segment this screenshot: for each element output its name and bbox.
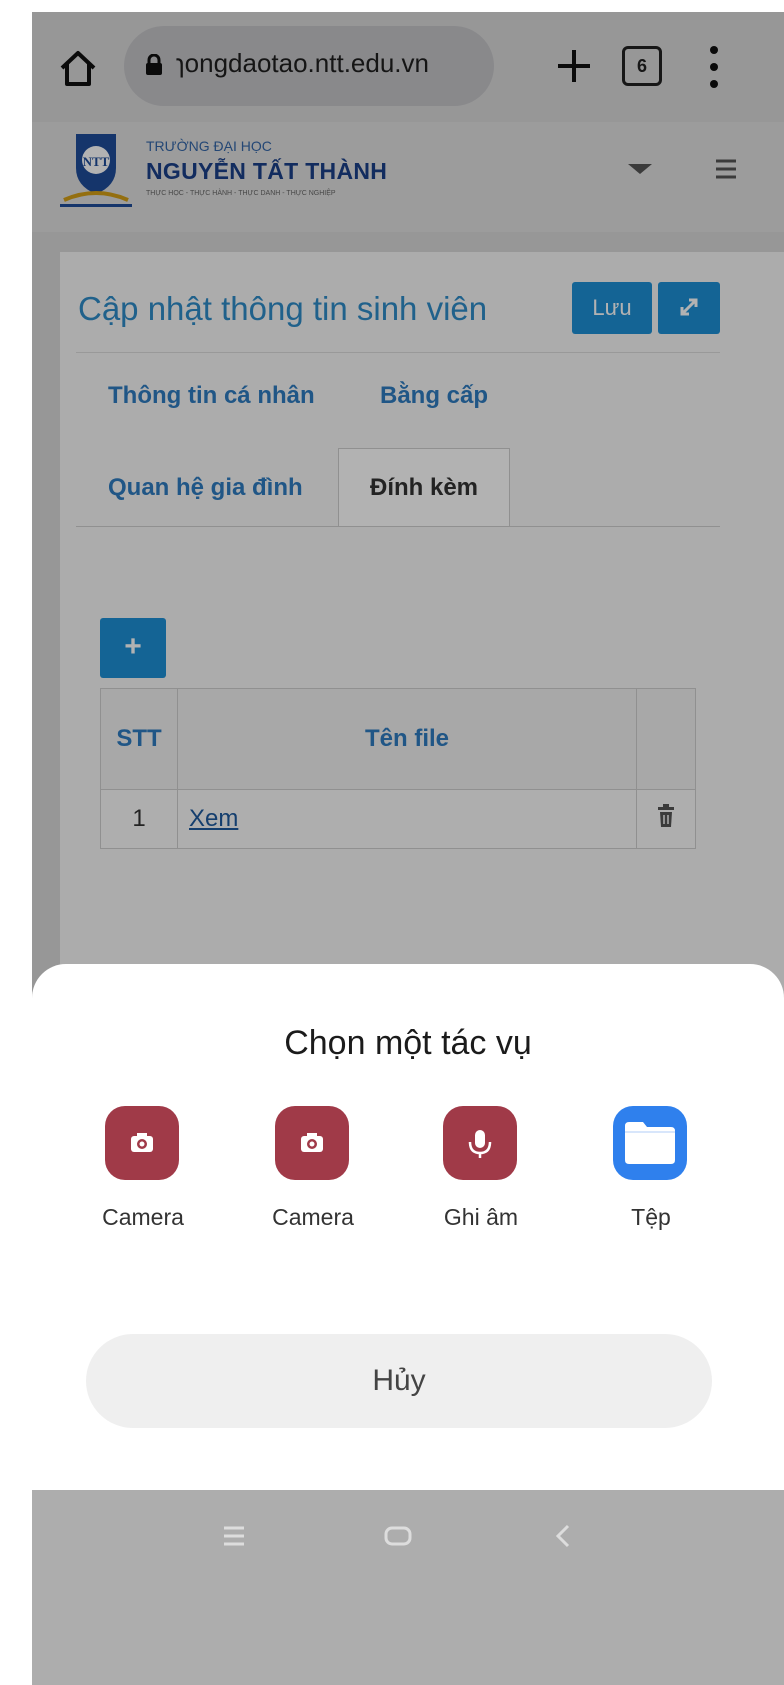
action-chooser-sheet: Chọn một tác vụ Camera Camera Ghi âm Tệp… (32, 964, 784, 1490)
action-label: Camera (272, 1204, 354, 1230)
action-camera-1[interactable]: Camera (68, 1106, 218, 1256)
action-label: Camera (102, 1204, 184, 1230)
action-record-audio[interactable]: Ghi âm (406, 1106, 556, 1256)
action-files[interactable]: Tệp (576, 1106, 726, 1256)
sheet-title: Chọn một tác vụ (284, 1024, 532, 1062)
camera-icon (275, 1106, 349, 1180)
system-navigation-bar (32, 1490, 784, 1685)
cancel-button[interactable]: Hủy (86, 1334, 712, 1428)
camera-icon (105, 1106, 179, 1180)
action-label: Tệp (631, 1204, 671, 1230)
action-label: Ghi âm (443, 1204, 519, 1230)
microphone-icon (443, 1106, 517, 1180)
folder-icon (613, 1106, 687, 1180)
phone-screen: ɿongdaotao.ntt.edu.vn 6 NTT TRƯỜNG ĐẠI H… (32, 12, 784, 1685)
home-nav-icon[interactable] (378, 1516, 418, 1556)
recent-apps-icon[interactable] (214, 1516, 254, 1556)
back-nav-icon[interactable] (544, 1516, 584, 1556)
action-camera-2[interactable]: Camera (238, 1106, 388, 1256)
